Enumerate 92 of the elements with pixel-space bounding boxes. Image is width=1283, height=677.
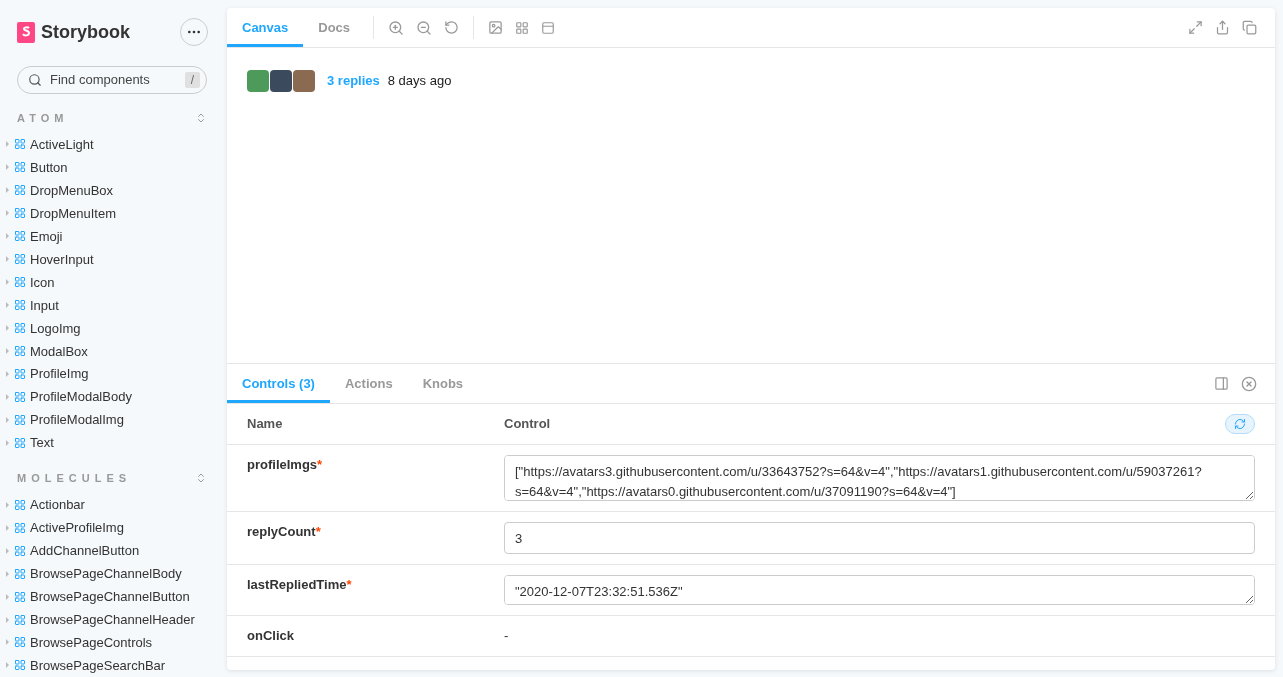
component-icon — [14, 544, 26, 557]
sidebar-item[interactable]: DropMenuItem — [0, 201, 227, 225]
sidebar-item[interactable]: Actionbar — [0, 493, 227, 517]
sidebar-item[interactable]: HoverInput — [0, 247, 227, 271]
time-text: 8 days ago — [387, 72, 452, 90]
component-icon — [14, 413, 26, 426]
caret-icon — [5, 524, 10, 531]
caret-icon — [5, 547, 10, 554]
column-header: Name — [247, 415, 284, 433]
component-icon — [14, 521, 26, 534]
component-icon — [14, 322, 26, 335]
component-icon — [14, 253, 26, 266]
component-icon — [14, 276, 26, 289]
caret-icon — [5, 279, 10, 286]
caret-icon — [5, 233, 10, 240]
component-icon — [14, 299, 26, 312]
component-icon — [14, 390, 26, 403]
caret-icon — [5, 639, 10, 646]
component-icon — [14, 367, 26, 380]
sidebar-item[interactable]: BrowsePageControls — [0, 631, 227, 654]
sidebar-item[interactable]: DropMenuBox — [0, 178, 227, 202]
caret-icon — [5, 439, 10, 446]
component-icon — [14, 138, 26, 151]
more-button[interactable] — [180, 18, 208, 46]
sidebar-item[interactable]: ActiveLight — [0, 132, 227, 156]
expand-collapse-icon[interactable] — [195, 472, 207, 485]
sidebar-item[interactable]: BrowsePageChannelButton — [0, 585, 227, 609]
sidebar-item[interactable]: Emoji — [0, 224, 227, 248]
photo-placeholder — [270, 70, 292, 92]
component-icon — [14, 498, 26, 511]
caret-icon — [5, 210, 10, 217]
sidebar-item[interactable]: Icon — [0, 270, 227, 294]
component-icon — [14, 659, 26, 672]
component-icon — [14, 184, 26, 197]
component-icon — [14, 436, 26, 449]
logo-icon — [17, 21, 35, 43]
caret-icon — [5, 570, 10, 577]
search-icon — [28, 72, 42, 87]
sidebar-item[interactable]: BrowsePageChannelHeader — [0, 608, 227, 631]
component-icon — [14, 230, 26, 243]
sidebar-item[interactable]: BrowsePageSearchBar — [0, 653, 227, 677]
sidebar-item[interactable]: Input — [0, 293, 227, 317]
refresh-icon — [1234, 418, 1246, 430]
caret-icon — [5, 593, 10, 600]
sidebar-item[interactable]: LogoImg — [0, 316, 227, 340]
caret-icon — [5, 416, 10, 423]
property-name: onClick — [247, 627, 295, 645]
component-icon — [14, 613, 26, 626]
shortcut-key: / — [184, 71, 200, 88]
caret-icon — [5, 325, 10, 332]
sidebar-item[interactable]: Text — [0, 431, 227, 455]
column-header: Control — [504, 415, 551, 433]
caret-icon — [5, 164, 10, 171]
caret-icon — [5, 187, 10, 194]
group-title: ATOM — [17, 111, 69, 124]
control-field[interactable]: ["https://avatars3.githubusercontent.com/u/33643752?s=64&v=4","https://avatars1.githubusercontent.com/u/59037261?s=64&v=4","https://avatars0.githubusercontent.com/u/37091190?s=64&v=4"] — [504, 455, 1255, 501]
sidebar-item[interactable]: BrowsePageChannelBody — [0, 562, 227, 586]
control-field[interactable]: "2020-12-07T23:32:51.536Z" — [504, 575, 1255, 605]
component-icon — [14, 567, 26, 580]
component-icon — [14, 636, 26, 649]
sidebar-item[interactable]: ModalBox — [0, 339, 227, 363]
property-name: profileImgs* — [247, 456, 324, 474]
sidebar-item[interactable]: ProfileModalBody — [0, 385, 227, 409]
brand-name: Storybook — [41, 21, 130, 43]
caret-icon — [5, 348, 10, 354]
sidebar-item[interactable]: ProfileImg — [0, 362, 227, 386]
caret-icon — [5, 662, 10, 669]
search-input[interactable]: Find components — [48, 71, 179, 89]
caret-icon — [5, 256, 10, 263]
expand-collapse-icon[interactable] — [195, 111, 207, 124]
property-name: lastRepliedTime* — [247, 576, 353, 594]
component-icon — [14, 161, 26, 174]
caret-icon — [5, 501, 10, 508]
control-field[interactable]: 3 — [504, 522, 1255, 554]
control-value: - — [504, 627, 510, 645]
sidebar-item[interactable]: ProfileModalImg — [0, 408, 227, 432]
reset-button[interactable] — [1225, 414, 1255, 434]
photo-placeholder — [293, 70, 315, 92]
component-icon — [14, 207, 26, 220]
photo-placeholder — [247, 70, 269, 92]
component-icon — [14, 345, 26, 357]
component-icon — [14, 590, 26, 603]
sidebar-item[interactable]: ActiveProfileImg — [0, 516, 227, 540]
caret-icon — [5, 141, 10, 148]
caret-icon — [5, 393, 10, 400]
sidebar-item[interactable]: AddChannelButton — [0, 539, 227, 563]
property-name: replyCount* — [247, 523, 322, 541]
caret-icon — [5, 616, 10, 623]
caret-icon — [5, 302, 10, 309]
sidebar-item[interactable]: Button — [0, 155, 227, 179]
caret-icon — [5, 370, 10, 377]
group-title: MOLECULES — [17, 472, 132, 485]
